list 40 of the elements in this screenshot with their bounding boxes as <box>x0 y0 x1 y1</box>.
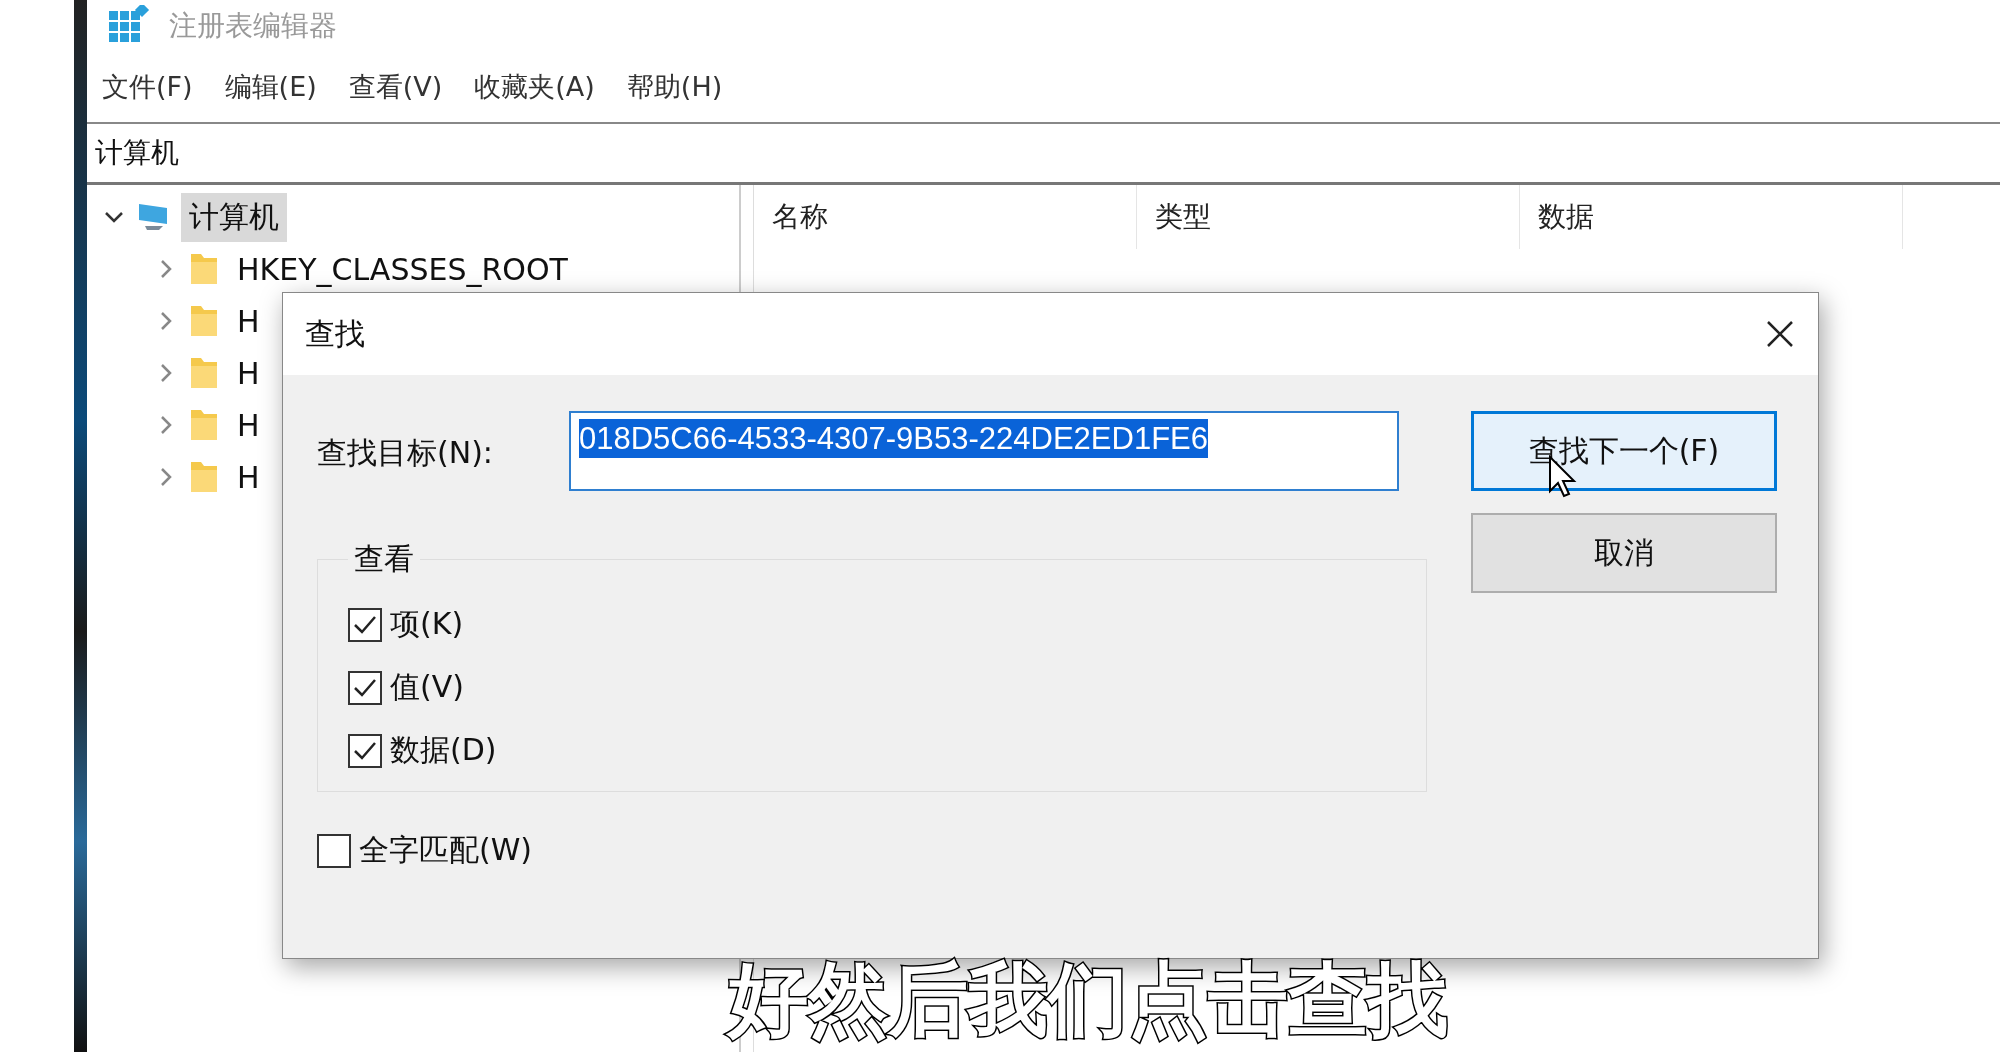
subtitle: 好然后我们点击查找 <box>720 952 1456 1048</box>
column-header[interactable]: 名称 <box>754 185 1137 249</box>
checkbox[interactable] <box>348 670 382 705</box>
checkmark-icon <box>353 677 377 698</box>
address-bar[interactable]: 计算机 <box>87 122 2000 185</box>
checkbox-label: 项(K) <box>390 605 464 643</box>
cancel-button[interactable]: 取消 <box>1471 513 1777 593</box>
checkbox[interactable] <box>348 733 382 768</box>
menu-item[interactable]: 帮助(H) <box>626 69 723 105</box>
checkbox[interactable] <box>317 833 351 868</box>
checkbox-label: 数据(D) <box>390 731 497 769</box>
folder-icon <box>189 304 219 338</box>
menu-item[interactable]: 文件(F) <box>102 69 193 105</box>
column-header[interactable]: 数据 <box>1520 185 1903 249</box>
checkbox[interactable] <box>348 607 382 642</box>
folder-icon <box>189 252 219 286</box>
close-icon[interactable] <box>1766 320 1794 348</box>
checkmark-icon <box>353 740 377 761</box>
column-header[interactable]: 类型 <box>1137 185 1520 249</box>
window-title: 注册表编辑器 <box>169 8 337 44</box>
tree-item[interactable]: H <box>229 403 268 447</box>
dialog-title: 查找 <box>305 314 365 353</box>
find-next-button[interactable]: 查找下一个(F) <box>1471 411 1777 491</box>
search-field[interactable]: 018D5C66-4533-4307-9B53-224DE2ED1FE6 <box>568 411 1399 491</box>
menu-item[interactable]: 编辑(E) <box>224 69 317 105</box>
field-label: 查找目标(N): <box>317 434 493 472</box>
checkbox-label: 全字匹配(W) <box>359 831 533 869</box>
menu-item[interactable]: 收藏夹(A) <box>474 69 595 105</box>
checkbox-label: 值(V) <box>390 668 464 706</box>
tree-item[interactable]: H <box>229 299 268 343</box>
tree-item[interactable]: H <box>229 455 268 499</box>
folder-icon <box>189 460 219 494</box>
group-title: 查看 <box>353 540 415 578</box>
checkmark-icon <box>353 614 377 635</box>
tree-item[interactable]: 计算机 <box>181 192 287 242</box>
folder-icon <box>189 408 219 442</box>
menu-item[interactable]: 查看(V) <box>348 69 443 105</box>
tree-item[interactable]: H <box>229 351 268 395</box>
tree-item[interactable]: HKEY_CLASSES_ROOT <box>229 247 576 291</box>
folder-icon <box>189 356 219 390</box>
